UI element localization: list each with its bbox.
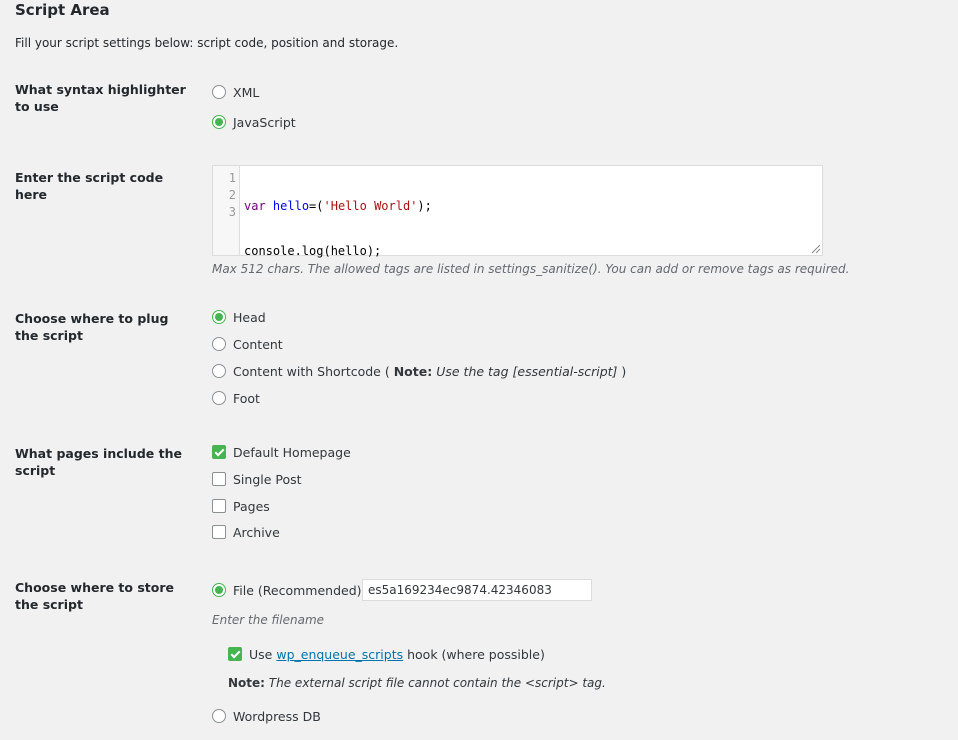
pages-option-single-post[interactable]: Single Post [212,469,302,489]
enqueue-link[interactable]: wp_enqueue_scripts [276,647,403,662]
pages-option-archive-label: Archive [233,524,280,540]
radio-head[interactable] [212,310,226,324]
radio-db[interactable] [212,709,226,723]
code-label: Enter the script code here [15,170,164,202]
position-option-content-label: Content [233,336,283,352]
radio-shortcode[interactable] [212,364,226,378]
pages-option-pages[interactable]: Pages [212,496,270,516]
radio-xml[interactable] [212,85,226,99]
code-operator: =( [309,199,324,213]
code-editor[interactable]: 1 2 3 var hello=('Hello World'); console… [212,165,823,258]
checkbox-enqueue[interactable] [228,647,242,661]
syntax-label: What syntax highlighter to use [15,82,186,114]
storage-note-label: Note: [228,676,265,690]
filename-input[interactable] [362,579,592,601]
section-description: Fill your script settings below: script … [15,36,399,50]
position-option-shortcode[interactable]: Content with Shortcode ( Note: Use the t… [212,361,626,381]
resize-handle-icon[interactable] [811,244,821,254]
storage-note-text: The external script file cannot contain … [268,676,606,690]
code-content[interactable]: var hello=('Hello World'); console.log(h… [244,170,432,333]
pages-option-homepage[interactable]: Default Homepage [212,442,351,462]
shortcode-note-text: Use the tag [essential-script] [436,363,618,379]
shortcode-note-label: Note: [393,363,433,379]
syntax-option-javascript[interactable]: JavaScript [212,112,296,132]
position-option-foot[interactable]: Foot [212,388,260,408]
radio-file[interactable] [212,583,226,597]
pages-label: What pages include the script [15,446,182,478]
code-line-1: var hello=('Hello World'); [244,198,432,215]
storage-option-file-label: File (Recommended) [233,582,362,598]
radio-content[interactable] [212,337,226,351]
checkbox-pages[interactable] [212,499,226,513]
pages-option-pages-label: Pages [233,498,270,514]
enqueue-option[interactable]: Use wp_enqueue_scripts hook (where possi… [228,644,545,664]
line-number-gutter: 1 2 3 [213,166,240,255]
pages-option-homepage-label: Default Homepage [233,444,351,460]
position-option-head-label: Head [233,309,266,325]
storage-label: Choose where to store the script [15,580,174,612]
pages-option-single-post-label: Single Post [233,471,302,487]
code-keyword: var [244,199,266,213]
code-hint: Max 512 chars. The allowed tags are list… [212,262,850,276]
enqueue-prefix: Use [249,646,273,662]
syntax-option-xml-label: XML [233,84,260,100]
code-end: ); [417,199,432,213]
syntax-option-javascript-label: JavaScript [233,114,296,130]
radio-foot[interactable] [212,391,226,405]
checkbox-single-post[interactable] [212,472,226,486]
line-number: 2 [228,188,236,202]
code-line-2: console.log(hello); [244,244,382,258]
pages-option-archive[interactable]: Archive [212,522,280,542]
enqueue-suffix: hook (where possible) [407,646,545,662]
storage-note: Note: The external script file cannot co… [228,676,606,690]
radio-javascript[interactable] [212,115,226,129]
line-number: 3 [228,205,236,219]
position-label: Choose where to plug the script [15,311,169,343]
shortcode-close: ) [621,363,627,379]
storage-option-db[interactable]: Wordpress DB [212,706,321,726]
checkbox-homepage[interactable] [212,445,226,459]
position-option-shortcode-label: Content with Shortcode ( [233,363,390,379]
filename-hint: Enter the filename [212,613,325,627]
position-option-foot-label: Foot [233,390,260,406]
code-string: 'Hello World' [323,199,418,213]
storage-option-file[interactable]: File (Recommended) [212,580,362,600]
section-title: Script Area [15,1,110,19]
checkbox-archive[interactable] [212,525,226,539]
line-number: 1 [228,171,236,185]
code-variable: hello [272,199,310,213]
position-option-content[interactable]: Content [212,334,283,354]
syntax-option-xml[interactable]: XML [212,82,259,102]
position-option-head[interactable]: Head [212,307,266,327]
storage-option-db-label: Wordpress DB [233,708,321,724]
